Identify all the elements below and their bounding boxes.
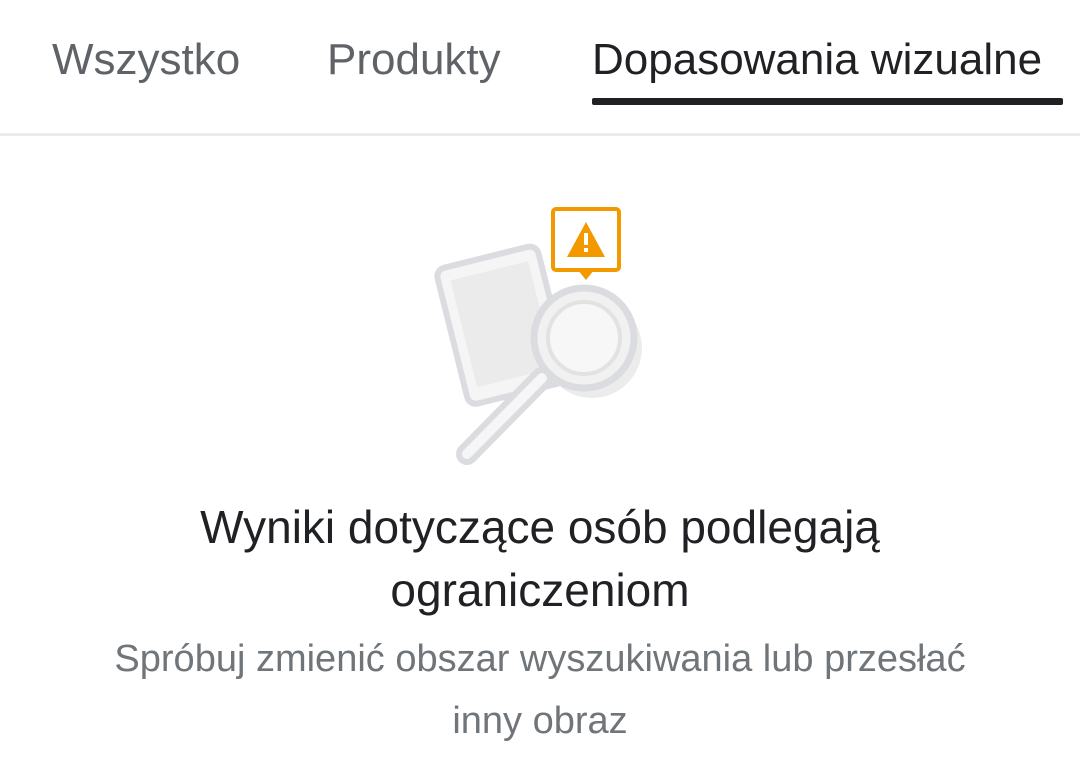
tab-visual-matches[interactable]: Dopasowania wizualne <box>592 34 1042 86</box>
tab-all[interactable]: Wszystko <box>52 34 240 86</box>
restricted-results-title: Wyniki dotyczące osób podlegają ogranicz… <box>200 501 880 616</box>
warning-magnifier-icon <box>434 207 642 465</box>
restricted-results-subtitle: Spróbuj zmienić obszar wyszukiwania lub … <box>114 638 966 742</box>
active-tab-indicator <box>592 98 1063 105</box>
tab-products[interactable]: Produkty <box>327 34 501 86</box>
tab-bar: Wszystko Produkty Dopasowania wizualne <box>0 0 1080 136</box>
restricted-results-illustration <box>420 200 660 480</box>
